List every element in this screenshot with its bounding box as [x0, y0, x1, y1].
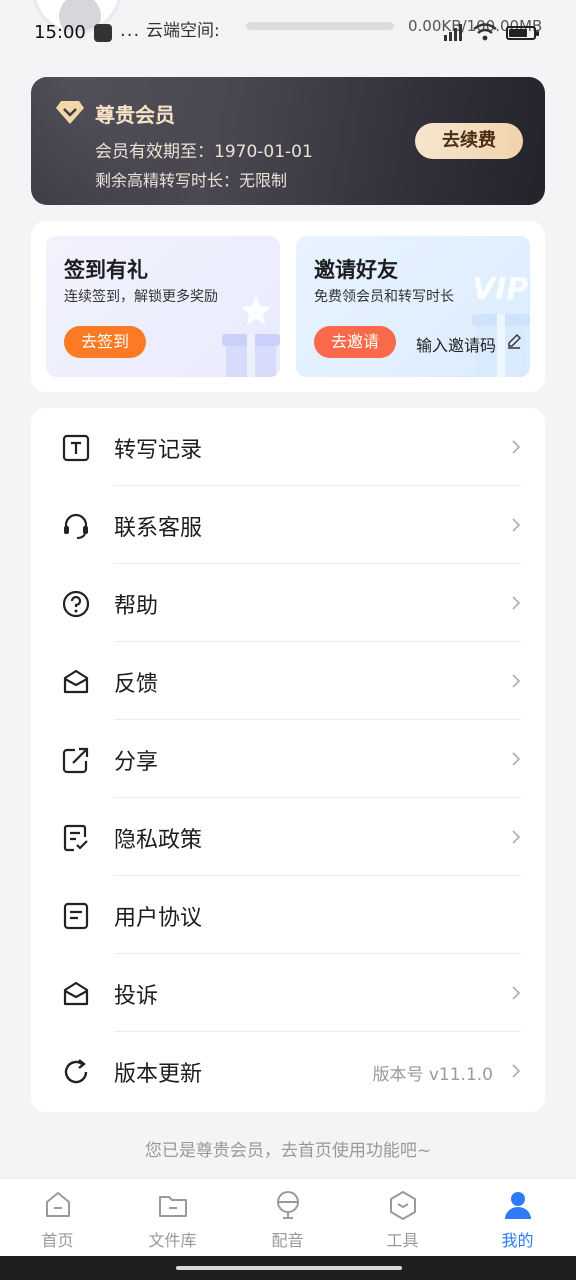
battery-icon [506, 26, 539, 40]
tab-label: 首页 [41, 1231, 74, 1250]
system-nav-bar [0, 1256, 576, 1280]
chevron-right-icon [512, 1064, 521, 1078]
settings-menu: 转写记录 联系客服 帮助 反馈 分享 隐私政策 用户协议 投诉 版本更新 版本号… [31, 408, 545, 1112]
menu-item-label: 用户协议 [114, 906, 203, 931]
chevron-right-icon [512, 596, 521, 610]
chevron-right-icon [512, 440, 521, 454]
tab-label: 工具 [386, 1231, 419, 1250]
menu-item-label: 投诉 [114, 984, 159, 1009]
transcript-icon [62, 434, 90, 462]
menu-item-version-update[interactable]: 版本更新 版本号 v11.1.0 [31, 1032, 545, 1110]
gift-icon [222, 296, 280, 377]
chevron-right-icon [512, 674, 521, 688]
tools-icon [390, 1191, 416, 1220]
chevron-right-icon [512, 518, 521, 532]
diamond-icon [56, 101, 84, 124]
invite-code-link[interactable]: 输入邀请码 [416, 332, 496, 356]
headset-icon [64, 513, 88, 539]
invite-title: 邀请好友 [314, 258, 398, 282]
vip-card: 尊贵会员 会员有效期至：1970-01-01 剩余高精转写时长：无限制 去续费 [31, 77, 545, 205]
invite-card[interactable]: VIP 邀请好友 免费领会员和转写时长 去邀请 输入邀请码 [296, 236, 530, 377]
menu-item-share[interactable]: 分享 [31, 720, 545, 798]
vip-watermark: VIP [472, 272, 529, 307]
cloud-space-label: 云端空间: [146, 21, 220, 41]
menu-item-label: 反馈 [114, 672, 159, 697]
more-notifications-icon: ... [120, 20, 141, 41]
tab-profile[interactable]: 我的 [460, 1179, 575, 1257]
folder-icon [159, 1196, 187, 1217]
cloud-space-progress [246, 22, 394, 30]
tab-tools[interactable]: 工具 [345, 1179, 460, 1257]
refresh-icon [64, 1059, 88, 1084]
home-icon [46, 1192, 70, 1217]
tab-file-library[interactable]: 文件库 [115, 1179, 230, 1257]
vip-remaining-time: 剩余高精转写时长：无限制 [95, 171, 288, 190]
vip-footer-note: 您已是尊贵会员，去首页使用功能吧~ [144, 1141, 432, 1161]
notification-icon [94, 24, 112, 42]
mail-icon [63, 669, 89, 694]
bottom-tab-bar: 首页 文件库 配音 工具 我的 [0, 1178, 576, 1256]
tab-dubbing[interactable]: 配音 [230, 1179, 345, 1257]
signin-card[interactable]: 签到有礼 连续签到，解锁更多奖励 去签到 [46, 236, 280, 377]
agreement-icon [63, 902, 89, 930]
tab-label: 配音 [271, 1231, 304, 1250]
invite-button[interactable]: 去邀请 [314, 326, 396, 358]
tab-home[interactable]: 首页 [0, 1179, 115, 1257]
vip-title: 尊贵会员 [95, 103, 175, 127]
menu-item-complaint[interactable]: 投诉 [31, 954, 545, 1032]
vip-expire-date: 会员有效期至：1970-01-01 [95, 142, 313, 162]
complaint-icon [63, 981, 89, 1006]
menu-item-label: 联系客服 [114, 516, 203, 541]
signin-subtitle: 连续签到，解锁更多奖励 [64, 289, 218, 305]
status-time: 15:00 [34, 22, 86, 43]
promo-section: 签到有礼 连续签到，解锁更多奖励 去签到 VIP 邀请好友 免费领会员和转写时长… [31, 221, 545, 392]
menu-item-feedback[interactable]: 反馈 [31, 642, 545, 720]
status-bar: 15:00 ... 云端空间: 0.00KB/100.00MB [0, 0, 576, 60]
wifi-icon [473, 23, 497, 41]
tab-label: 文件库 [148, 1231, 197, 1250]
renew-button[interactable]: 去续费 [415, 123, 523, 159]
edit-icon[interactable] [506, 333, 522, 349]
signin-title: 签到有礼 [64, 258, 148, 282]
menu-item-label: 隐私政策 [114, 828, 203, 853]
menu-item-label: 转写记录 [114, 438, 203, 463]
share-icon [62, 747, 89, 774]
chevron-right-icon [512, 830, 521, 844]
privacy-icon [63, 824, 88, 852]
menu-item-customer-service[interactable]: 联系客服 [31, 486, 545, 564]
chevron-right-icon [512, 752, 521, 766]
menu-item-label: 版本更新 [114, 1062, 203, 1087]
invite-subtitle: 免费领会员和转写时长 [314, 289, 454, 305]
signin-button[interactable]: 去签到 [64, 326, 146, 358]
menu-item-transcript-records[interactable]: 转写记录 [31, 408, 545, 486]
version-number: 版本号 v11.1.0 [372, 1065, 493, 1085]
dubbing-icon [277, 1191, 299, 1219]
home-indicator[interactable] [176, 1266, 402, 1270]
menu-item-label: 帮助 [114, 594, 159, 619]
menu-item-privacy-policy[interactable]: 隐私政策 [31, 798, 545, 876]
menu-item-user-agreement[interactable]: 用户协议 [31, 876, 545, 954]
help-icon [62, 590, 90, 618]
profile-icon [505, 1192, 531, 1219]
tab-label: 我的 [501, 1231, 534, 1250]
signal-icon [444, 24, 462, 41]
chevron-right-icon [512, 986, 521, 1000]
menu-item-label: 分享 [114, 750, 159, 775]
menu-item-help[interactable]: 帮助 [31, 564, 545, 642]
